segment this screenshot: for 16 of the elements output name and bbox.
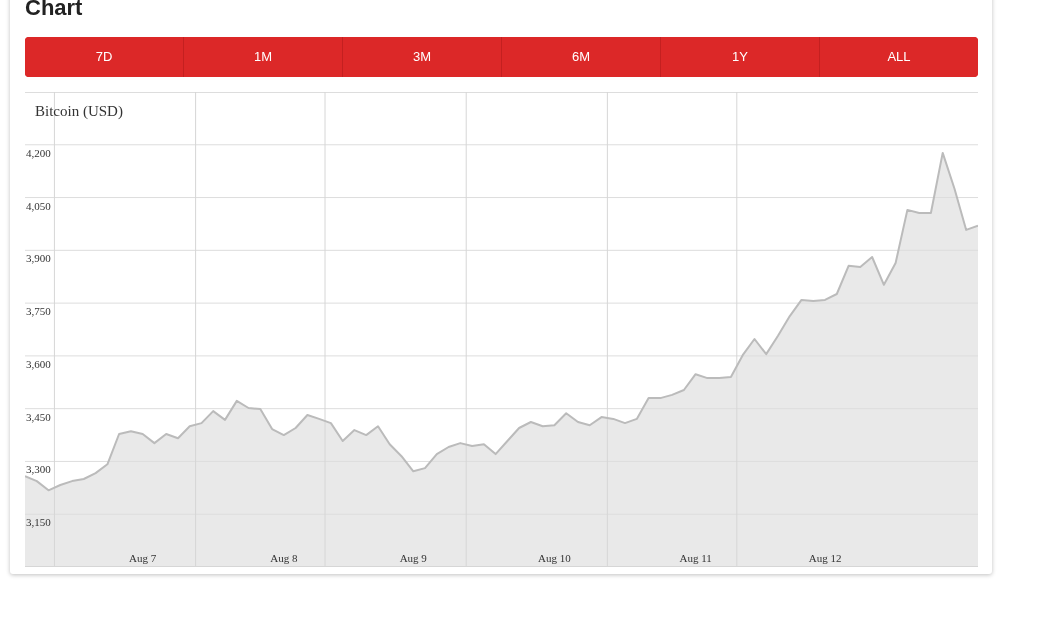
x-axis-label: Aug 11 xyxy=(679,553,712,564)
y-axis-label: 3,600 xyxy=(26,358,51,370)
x-axis-label: Aug 8 xyxy=(270,553,298,564)
y-axis-label: 3,150 xyxy=(26,517,51,529)
y-axis-label: 3,750 xyxy=(26,306,51,318)
y-axis-label: 3,300 xyxy=(26,464,51,476)
range-button[interactable]: ALL xyxy=(819,37,978,77)
x-axis-label: Aug 12 xyxy=(808,553,842,564)
x-axis-label: Aug 9 xyxy=(399,553,427,564)
x-axis-label: Aug 7 xyxy=(129,553,157,564)
y-axis-label: 4,050 xyxy=(26,200,51,212)
y-axis-label: 3,900 xyxy=(26,253,51,265)
x-axis-label: Aug 10 xyxy=(538,553,571,564)
y-axis-label: 3,450 xyxy=(26,411,51,423)
y-axis-label: 4,200 xyxy=(26,147,51,159)
chart-title: Bitcoin (USD) xyxy=(35,102,123,121)
